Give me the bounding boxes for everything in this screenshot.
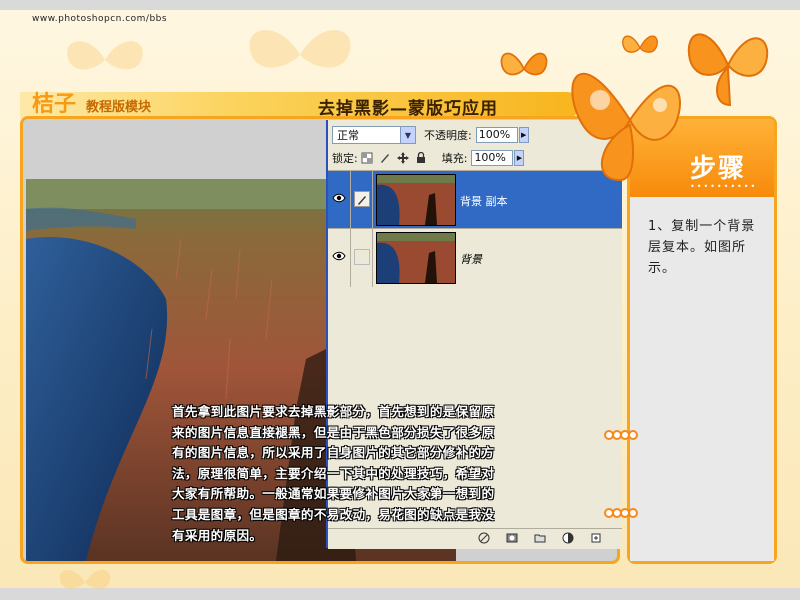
butterfly-tiny-icon: [622, 35, 658, 53]
lock-all-icon[interactable]: [415, 152, 427, 164]
layer-divider: [372, 171, 373, 229]
eye-icon[interactable]: [332, 249, 346, 263]
folder-icon[interactable]: [534, 532, 546, 544]
steps-title: 步骤: [690, 154, 747, 184]
blend-mode-value: 正常: [337, 129, 359, 142]
top-strip: [0, 0, 800, 10]
blend-mode-select[interactable]: 正常 ▼: [332, 126, 416, 144]
opacity-label: 不透明度:: [424, 129, 472, 142]
layer-thumbnail: [376, 232, 456, 284]
layer-name: 背景 副本: [460, 195, 508, 208]
eye-icon[interactable]: [332, 191, 346, 205]
new-layer-icon[interactable]: [590, 532, 602, 544]
opacity-arrow-icon[interactable]: ▶: [518, 127, 529, 143]
layer-name: 背景: [460, 253, 482, 266]
lock-brush-icon[interactable]: [379, 152, 391, 164]
layer-divider: [350, 229, 351, 287]
adjustment-layer-icon[interactable]: [562, 532, 574, 544]
layer-divider: [372, 229, 373, 287]
fill-input[interactable]: 100%: [471, 150, 514, 166]
chain-connector: [604, 430, 638, 440]
lock-move-icon[interactable]: [396, 152, 409, 164]
tutorial-description: 首先拿到此图片要求去掉黑影部分，首先想到的是保留原 来的图片信息直接褪黑，但是由…: [172, 404, 495, 543]
chain-connector: [604, 508, 638, 518]
fill-label: 填充:: [441, 152, 468, 165]
brand-logo: 桔子: [32, 91, 77, 117]
layers-panel-row-blend: 正常 ▼ 不透明度: 100% ▶: [332, 124, 529, 146]
step-1-text: 1、复制一个背景 层复本。如图所 示。: [648, 219, 756, 276]
brand-subtitle: 教程版模块: [86, 100, 152, 115]
brush-icon: [354, 191, 370, 207]
opacity-input[interactable]: 100%: [475, 127, 518, 143]
layer-divider: [350, 171, 351, 229]
butterfly-medium-icon: [687, 33, 769, 107]
bg-butterfly-icon: [59, 570, 111, 589]
layers-panel-row-lock: 锁定: 填充: 100% ▶: [332, 148, 525, 168]
lock-transparency-icon[interactable]: [361, 152, 373, 164]
link-slot[interactable]: [354, 249, 370, 265]
lock-label: 锁定:: [332, 152, 358, 165]
fill-arrow-icon[interactable]: ▶: [514, 150, 525, 166]
steps-dots: ••••••••••: [690, 182, 758, 191]
site-url[interactable]: www.photoshopcn.com/bbs: [32, 14, 167, 24]
bg-butterfly-icon: [67, 41, 143, 70]
chevron-down-icon: ▼: [400, 127, 415, 143]
butterfly-small-icon: [500, 52, 548, 76]
layer-thumbnail: [376, 174, 456, 226]
layer-row-background[interactable]: 背景: [328, 228, 622, 287]
bg-butterfly-icon: [249, 30, 351, 68]
